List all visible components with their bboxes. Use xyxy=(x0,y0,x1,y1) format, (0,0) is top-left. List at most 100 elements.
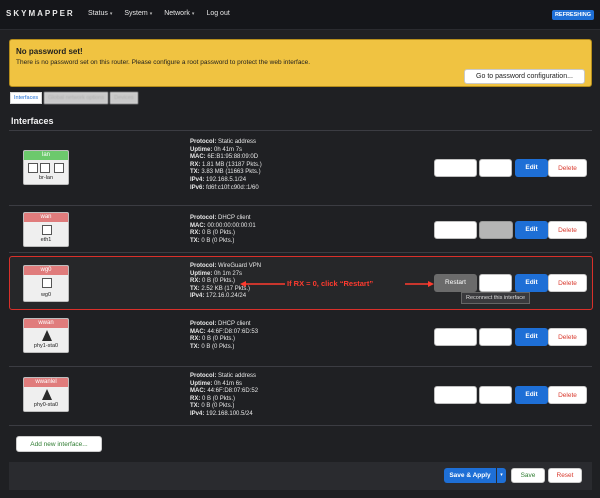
info-line: MAC: 00:00:00:00:00:01 xyxy=(190,222,256,229)
delete-button[interactable]: Delete xyxy=(548,221,587,239)
tab-devices[interactable]: Devices xyxy=(110,92,138,104)
delete-button[interactable]: Delete xyxy=(548,274,587,292)
interface-info-wwanlel: Protocol: Static address Uptime: 0h 41m … xyxy=(190,373,258,419)
nav-status-label: Status xyxy=(88,10,108,17)
info-line: Protocol: DHCP client xyxy=(190,215,251,221)
tab-bar: Interfaces Global network options Device… xyxy=(10,92,140,104)
nav-logout-label: Log out xyxy=(206,10,230,17)
info-line: RX: 0 B (0 Pkts.) xyxy=(190,336,236,343)
interface-badge-wan: wan eth1 xyxy=(23,212,69,247)
logo: SKYMAPPER xyxy=(6,9,75,18)
info-line: Protocol: Static address xyxy=(190,373,257,379)
interface-name: wwanlel xyxy=(24,378,68,387)
nav-status[interactable]: Status ▾ xyxy=(88,10,112,17)
restart-button[interactable] xyxy=(434,159,477,177)
network-device-icon xyxy=(42,278,52,288)
info-line: Protocol: WireGuard VPN xyxy=(190,263,262,269)
info-line: TX: 0 B (0 Pkts.) xyxy=(190,237,235,244)
delete-button[interactable]: Delete xyxy=(548,159,587,177)
arrow-head-left xyxy=(240,281,246,287)
stop-button[interactable] xyxy=(479,159,512,177)
tab-global-network-options[interactable]: Global network options xyxy=(44,92,109,104)
interface-device: wg0 xyxy=(40,292,52,298)
badge-body: eth1 xyxy=(24,222,68,246)
divider xyxy=(9,205,592,206)
restart-tooltip: Reconnect this interface xyxy=(461,292,531,304)
delete-button[interactable]: Delete xyxy=(548,328,587,346)
edit-button[interactable]: Edit xyxy=(515,386,548,404)
interface-device: phy1-sta0 xyxy=(33,343,59,349)
interface-name: lan xyxy=(24,151,68,160)
divider xyxy=(9,425,592,426)
interface-name: wan xyxy=(24,213,68,222)
info-line: RX: 0 B (0 Pkts.) xyxy=(190,230,236,237)
save-button[interactable]: Save xyxy=(511,468,545,483)
save-apply-dropdown[interactable]: ▾ xyxy=(497,468,506,483)
info-line: TX: 0 B (0 Pkts.) xyxy=(190,403,235,410)
network-device-icon xyxy=(28,163,38,173)
stop-button[interactable] xyxy=(479,274,512,292)
chevron-down-icon: ▾ xyxy=(191,11,195,17)
edit-button[interactable]: Edit xyxy=(515,159,548,177)
divider xyxy=(9,130,592,131)
edit-button[interactable]: Edit xyxy=(515,274,548,292)
stop-button[interactable] xyxy=(479,221,513,239)
nav-network-label: Network xyxy=(164,10,190,17)
add-interface-button[interactable]: Add new interface... xyxy=(16,436,102,452)
badge-body: wg0 xyxy=(24,275,68,301)
info-line: Protocol: Static address xyxy=(190,139,257,145)
interface-info-lan: Protocol: Static address Uptime: 0h 41m … xyxy=(190,139,262,192)
info-line: IPv4: 172.16.0.24/24 xyxy=(190,293,247,300)
interface-badge-wwan: wwan phy1-sta0 xyxy=(23,318,69,353)
edit-button[interactable]: Edit xyxy=(515,221,548,239)
nav-system[interactable]: System ▾ xyxy=(124,10,152,17)
interface-info-wan: Protocol: DHCP client MAC: 00:00:00:00:0… xyxy=(190,215,256,245)
interface-name: wwan xyxy=(24,319,68,328)
interface-device: br-lan xyxy=(38,175,54,181)
info-line: MAC: 6E:B1:95:88:09:0D xyxy=(190,154,259,161)
restart-button[interactable] xyxy=(434,386,477,404)
info-line: IPv6: fd6f:c10f:c90d::1/60 xyxy=(190,184,259,191)
tab-interfaces[interactable]: Interfaces xyxy=(10,92,43,104)
save-apply-button[interactable]: Save & Apply xyxy=(444,468,496,483)
restart-button[interactable]: Restart xyxy=(434,274,477,292)
badge-body: br-lan xyxy=(24,160,68,184)
info-line: Uptime: 0h 41m 6s xyxy=(190,380,243,387)
interface-name: wg0 xyxy=(24,266,68,275)
network-device-icon xyxy=(54,163,64,173)
interface-badge-lan: lan br-lan xyxy=(23,150,69,185)
info-line: Protocol: DHCP client xyxy=(190,321,251,327)
info-line: MAC: 44:6F:D8:07:6D:52 xyxy=(190,388,259,395)
main-nav: Status ▾ System ▾ Network ▾ Log out xyxy=(88,10,242,17)
no-password-warning: No password set! There is no password se… xyxy=(9,39,592,87)
nav-logout[interactable]: Log out xyxy=(206,10,229,17)
nav-network[interactable]: Network ▾ xyxy=(164,10,194,17)
delete-button[interactable]: Delete xyxy=(548,386,587,404)
password-config-button[interactable]: Go to password configuration... xyxy=(464,69,585,84)
interface-badge-wg0: wg0 wg0 xyxy=(23,265,69,302)
badge-body: phy0-sta0 xyxy=(24,387,68,411)
info-line: MAC: 44:6F:D8:07:6D:53 xyxy=(190,328,259,335)
network-device-icon xyxy=(42,225,52,235)
refreshing-badge[interactable]: REFRESHING xyxy=(551,10,594,20)
edit-button[interactable]: Edit xyxy=(515,328,548,346)
top-navbar: SKYMAPPER Status ▾ System ▾ Network ▾ Log o… xyxy=(0,0,600,30)
annotation-arrow xyxy=(240,281,434,287)
interface-badge-wwanlel: wwanlel phy0-sta0 xyxy=(23,377,69,412)
stop-button[interactable] xyxy=(479,386,512,404)
info-line: RX: 1.81 MB (13187 Pkts.) xyxy=(190,161,262,168)
warning-title: No password set! xyxy=(16,47,83,56)
divider xyxy=(9,252,592,253)
stop-button[interactable] xyxy=(479,328,512,346)
badge-body: phy1-sta0 xyxy=(24,328,68,352)
interface-device: eth1 xyxy=(40,237,52,243)
wifi-antenna-icon xyxy=(42,330,52,341)
info-line: Uptime: 0h 1m 27s xyxy=(190,270,243,277)
restart-button[interactable] xyxy=(434,221,477,239)
reset-button[interactable]: Reset xyxy=(548,468,582,483)
info-line: Uptime: 0h 41m 7s xyxy=(190,146,243,153)
info-line: TX: 0 B (0 Pkts.) xyxy=(190,343,235,350)
chevron-down-icon: ▾ xyxy=(109,11,113,17)
restart-button[interactable] xyxy=(434,328,477,346)
network-device-icon xyxy=(40,163,50,173)
